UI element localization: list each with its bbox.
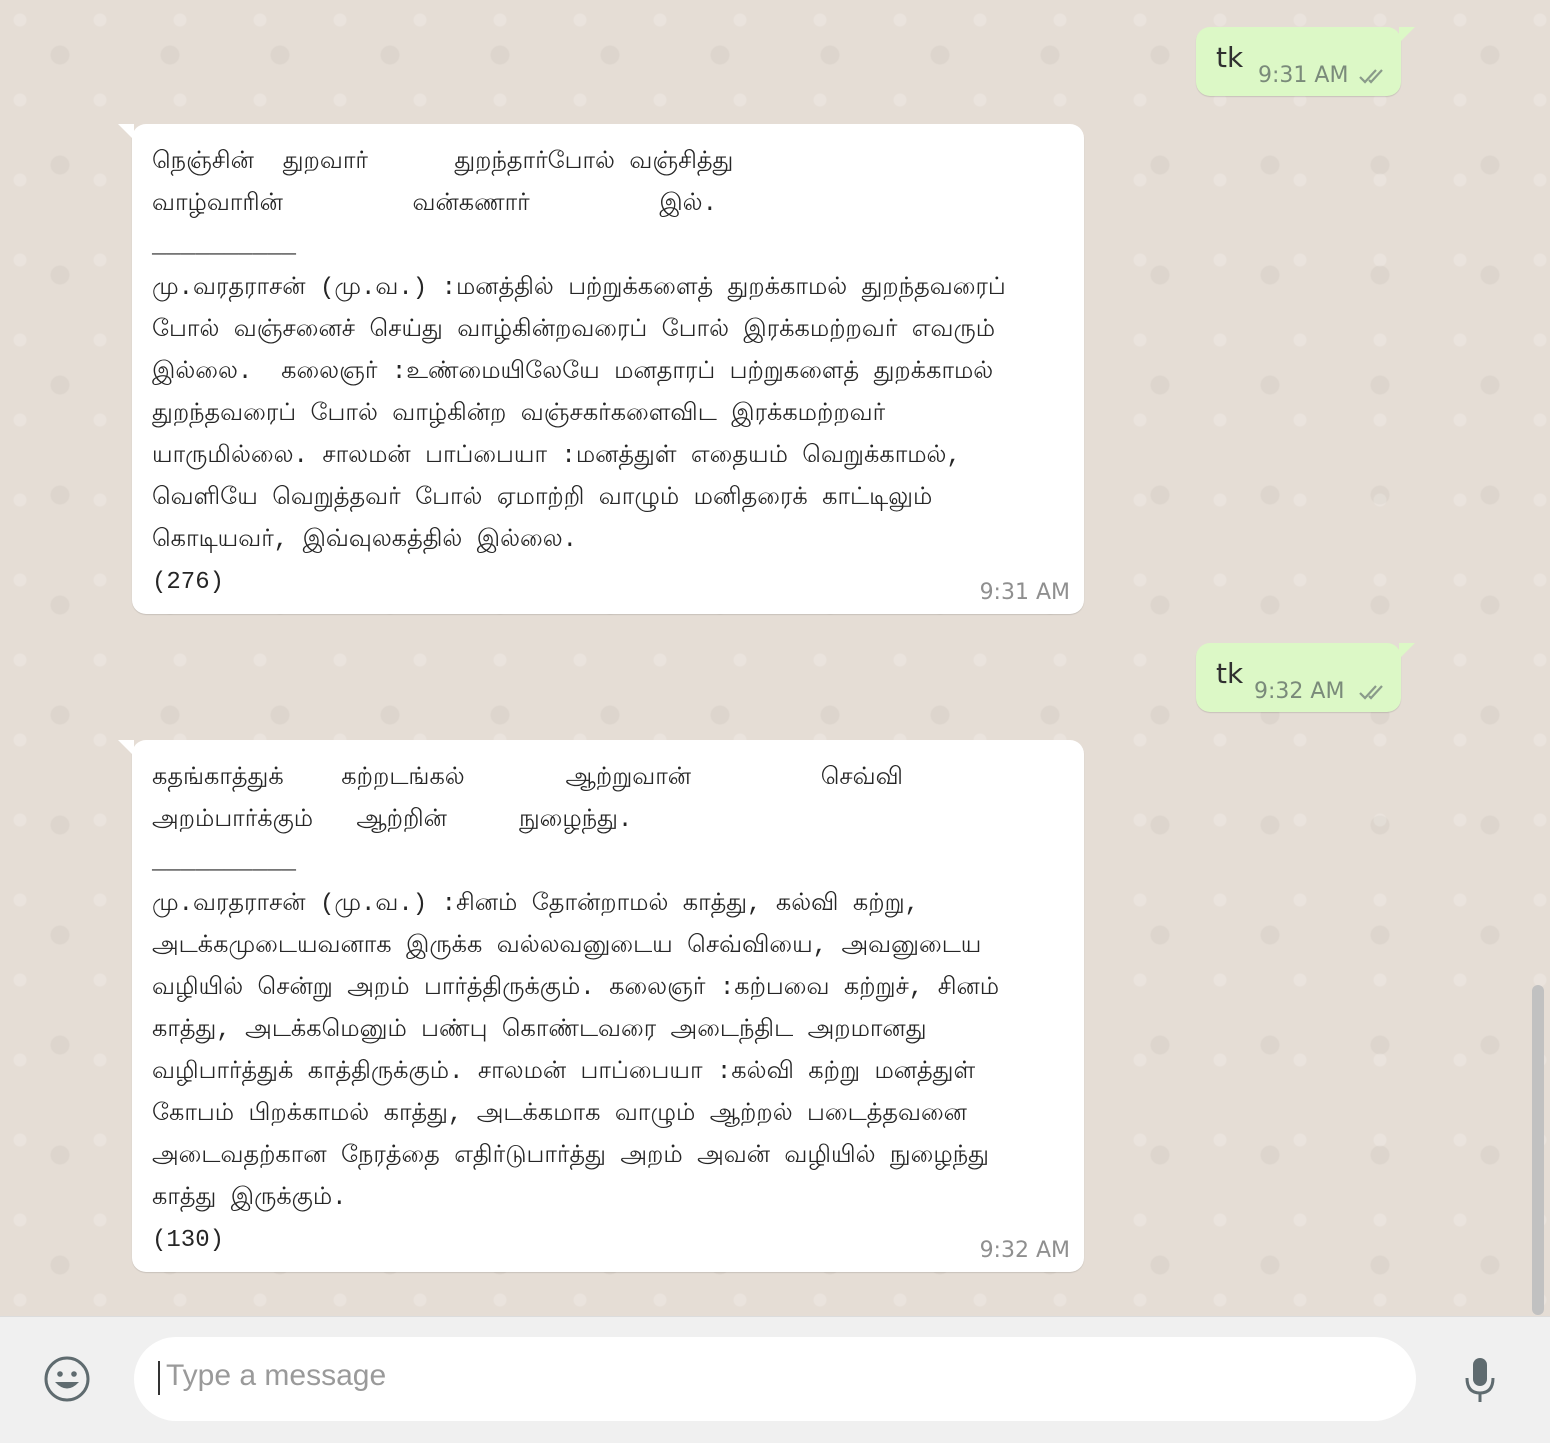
message-text: கதங்காத்துக் கற்றடங்கல் ஆற்றுவான் செவ்வி… — [152, 765, 1000, 1254]
message-text: tk — [1216, 657, 1244, 690]
chat-message-area[interactable]: tk 9:31 AM நெஞ்சின் துறவார் துறந்தார்போல… — [0, 0, 1550, 1316]
double-check-read-icon — [1359, 685, 1383, 700]
outgoing-message-bubble[interactable]: tk 9:31 AM — [1196, 27, 1415, 96]
message-timestamp: 9:31 AM — [1258, 63, 1349, 88]
outgoing-message-bubble[interactable]: tk 9:32 AM — [1196, 643, 1415, 712]
text-caret — [158, 1361, 160, 1395]
message-input[interactable]: Type a message — [134, 1337, 1416, 1421]
double-check-read-icon — [1359, 69, 1383, 84]
incoming-message-bubble[interactable]: கதங்காத்துக் கற்றடங்கல் ஆற்றுவான் செவ்வி… — [118, 740, 1084, 1272]
incoming-message-bubble[interactable]: நெஞ்சின் துறவார் துறந்தார்போல் வஞ்சித்து… — [118, 124, 1084, 614]
microphone-icon[interactable] — [1462, 1355, 1498, 1405]
message-text: நெஞ்சின் துறவார் துறந்தார்போல் வஞ்சித்து… — [152, 149, 1006, 596]
smiley-face-icon[interactable] — [43, 1355, 91, 1403]
message-input-placeholder: Type a message — [166, 1359, 387, 1392]
message-composer-bar: Type a message — [0, 1316, 1550, 1443]
scrollbar-thumb[interactable] — [1532, 985, 1544, 1315]
message-timestamp: 9:32 AM — [1254, 679, 1345, 704]
message-timestamp: 9:31 AM — [979, 580, 1070, 605]
message-timestamp: 9:32 AM — [979, 1238, 1070, 1263]
message-text: tk — [1216, 41, 1244, 74]
